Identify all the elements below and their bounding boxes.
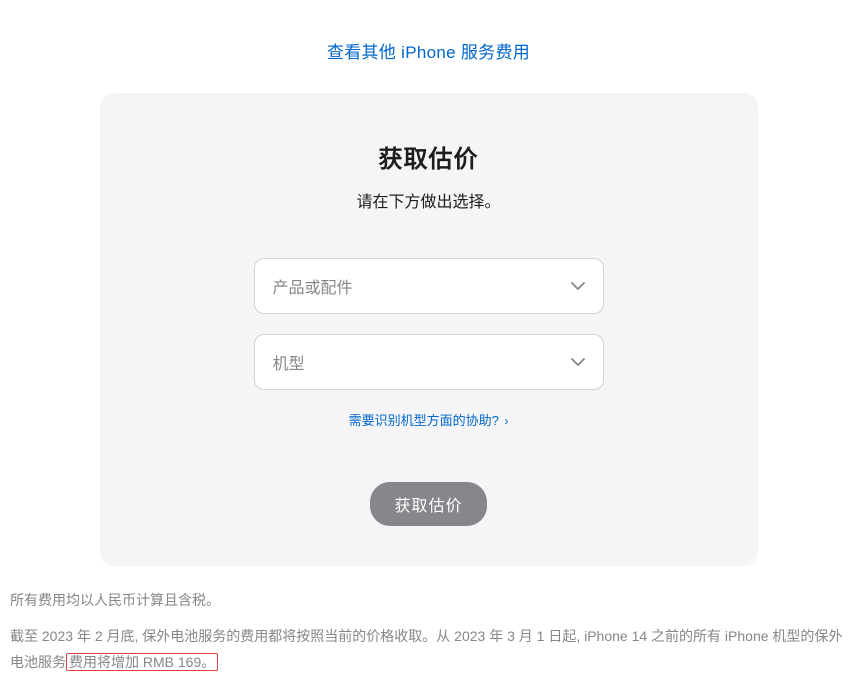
get-estimate-button[interactable]: 获取估价 xyxy=(370,482,486,526)
view-other-fees-link[interactable]: 查看其他 iPhone 服务费用 xyxy=(327,43,530,62)
model-select[interactable]: 机型 xyxy=(254,334,604,390)
card-title: 获取估价 xyxy=(140,139,718,174)
price-increase-highlight: 费用将增加 RMB 169。 xyxy=(66,653,218,671)
model-select-placeholder: 机型 xyxy=(273,350,305,374)
chevron-down-icon xyxy=(571,353,585,371)
card-subtitle: 请在下方做出选择。 xyxy=(140,188,718,212)
help-link-label: 需要识别机型方面的协助? xyxy=(349,413,499,428)
footer-line-2: 截至 2023 年 2 月底, 保外电池服务的费用都将按照当前的价格收取。从 2… xyxy=(10,624,847,676)
product-select[interactable]: 产品或配件 xyxy=(254,258,604,314)
model-select-wrapper: 机型 xyxy=(254,334,604,390)
estimate-card: 获取估价 请在下方做出选择。 产品或配件 机型 需要识别机型方面的协助? › 获… xyxy=(100,93,758,566)
product-select-wrapper: 产品或配件 xyxy=(254,258,604,314)
product-select-placeholder: 产品或配件 xyxy=(273,274,353,298)
footer-line-1: 所有费用均以人民币计算且含税。 xyxy=(10,588,847,614)
footer-text: 所有费用均以人民币计算且含税。 截至 2023 年 2 月底, 保外电池服务的费… xyxy=(0,566,857,676)
help-link-container: 需要识别机型方面的协助? › xyxy=(140,410,718,430)
identify-model-help-link[interactable]: 需要识别机型方面的协助? › xyxy=(349,413,509,428)
top-link-container: 查看其他 iPhone 服务费用 xyxy=(0,0,857,93)
chevron-right-icon: › xyxy=(504,414,508,428)
chevron-down-icon xyxy=(571,277,585,295)
